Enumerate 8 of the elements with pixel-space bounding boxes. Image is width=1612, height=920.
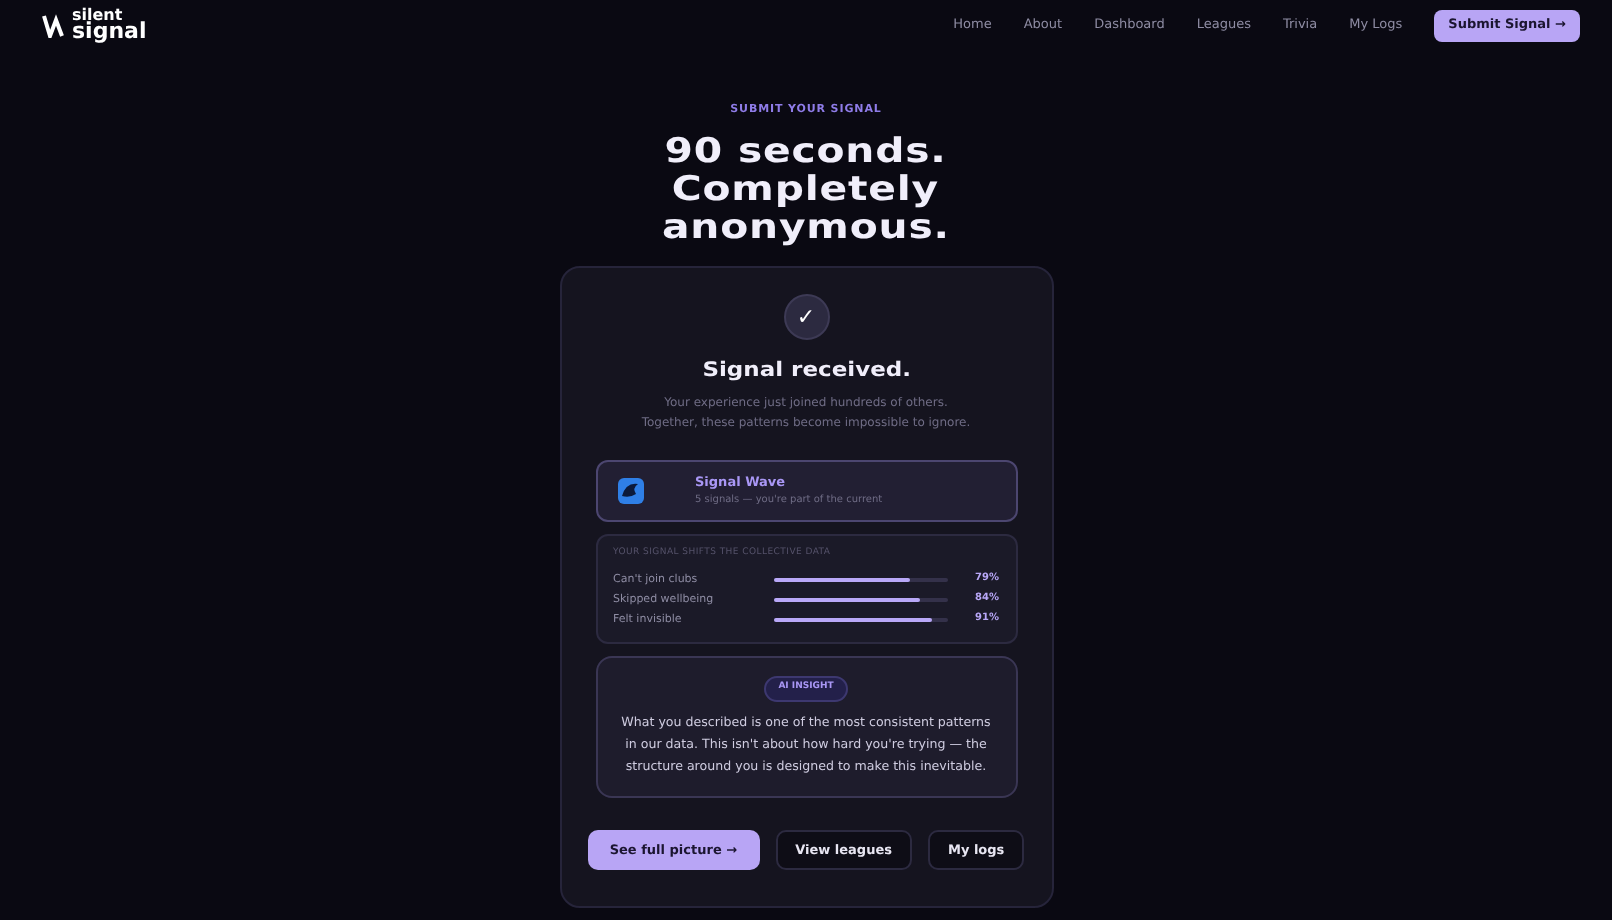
headline-line: 90 seconds. — [664, 134, 948, 172]
check-icon: ✓ — [783, 294, 829, 341]
card-heading: Signal received. — [701, 358, 911, 387]
wave-icon — [617, 478, 643, 505]
headline-line: Completely — [672, 171, 940, 210]
headline-line: anonymous. — [662, 209, 950, 247]
logo-text[interactable]: silent signal — [72, 10, 147, 42]
logo-icon — [40, 14, 64, 38]
